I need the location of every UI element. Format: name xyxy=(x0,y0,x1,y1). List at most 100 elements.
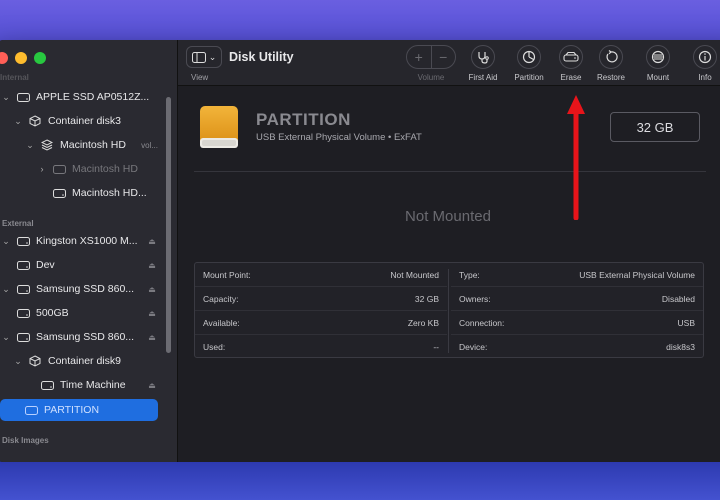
pie-chart-icon xyxy=(517,45,541,69)
section-disk-images: Disk Images xyxy=(2,436,49,445)
restore-icon xyxy=(599,45,623,69)
info-value: USB External Physical Volume xyxy=(579,269,695,280)
info-button[interactable]: Info xyxy=(680,45,720,82)
sidebar-item-dev[interactable]: Dev ⏏ xyxy=(12,254,158,276)
info-row-available: Available: Zero KB xyxy=(195,311,447,335)
info-value: USB xyxy=(677,317,695,328)
info-key: Used: xyxy=(203,342,226,352)
drive-icon xyxy=(52,187,66,199)
annotation-arrow xyxy=(567,95,585,220)
sidebar-item-macintosh-hd-snapshot[interactable]: › Macintosh HD xyxy=(36,158,158,180)
info-value: Disabled xyxy=(661,293,695,304)
sidebar-item-macintosh-hd-data[interactable]: Macintosh HD... xyxy=(48,182,158,204)
add-volume-button[interactable]: + xyxy=(407,46,432,68)
sidebar-item-label: Container disk9 xyxy=(48,355,121,367)
sidebar-item-500gb[interactable]: 500GB ⏏ xyxy=(12,302,158,324)
volume-name: PARTITION xyxy=(256,110,351,129)
eject-icon[interactable]: ⏏ xyxy=(146,333,158,342)
sidebar-item-label: Samsung SSD 860... xyxy=(36,283,135,295)
volume-controls: + − xyxy=(406,45,456,69)
sidebar-item-label: APPLE SSD AP0512Z... xyxy=(36,91,150,103)
close-window-button[interactable] xyxy=(0,52,8,64)
sidebar-item-label: Macintosh HD xyxy=(60,139,126,151)
info-row-connection: Connection: USB xyxy=(451,311,703,335)
sidebar-item-extra: vol... xyxy=(141,140,158,150)
chevron-down-icon[interactable]: ⌄ xyxy=(12,356,24,367)
info-value: Zero KB xyxy=(407,317,439,328)
view-label: View xyxy=(191,73,209,82)
chevron-down-icon[interactable]: ⌄ xyxy=(12,116,24,127)
info-icon xyxy=(693,45,717,69)
sidebar-item-samsung-1[interactable]: ⌄ Samsung SSD 860... ⏏ xyxy=(0,278,158,300)
chevron-down-icon[interactable]: ⌄ xyxy=(0,92,12,103)
eject-icon[interactable]: ⏏ xyxy=(146,285,158,294)
info-row-used: Used: -- xyxy=(195,335,447,359)
desktop-background xyxy=(0,462,720,500)
minimize-window-button[interactable] xyxy=(15,52,27,64)
volume-stack-icon xyxy=(40,139,54,151)
toolbar: ⌄ View Disk Utility + − Volume First Aid… xyxy=(178,40,720,86)
disk-utility-window: Internal ⌄ APPLE SSD AP0512Z... ⌄ Contai… xyxy=(0,40,720,462)
erase-drive-icon xyxy=(559,45,583,69)
mount-icon xyxy=(646,45,670,69)
sidebar-item-label: PARTITION xyxy=(44,404,100,416)
sidebar-item-macintosh-hd-volume[interactable]: ⌄ Macintosh HD vol... xyxy=(24,134,158,156)
drive-icon xyxy=(52,163,66,175)
section-external: External xyxy=(2,219,34,228)
sidebar-item-apple-ssd[interactable]: ⌄ APPLE SSD AP0512Z... xyxy=(0,86,158,108)
sidebar-scrollbar[interactable] xyxy=(166,97,171,353)
view-button[interactable]: ⌄ xyxy=(186,46,222,68)
sidebar-toggle-icon xyxy=(191,51,206,63)
volume-subtitle: USB External Physical Volume • ExFAT xyxy=(256,132,422,143)
eject-icon[interactable]: ⏏ xyxy=(146,309,158,318)
chevron-down-icon[interactable]: ⌄ xyxy=(0,332,12,343)
section-internal: Internal xyxy=(0,73,29,82)
toolbar-label: Info xyxy=(698,73,712,82)
remove-volume-button[interactable]: − xyxy=(432,46,456,68)
restore-button[interactable]: Restore xyxy=(586,45,636,82)
info-separator xyxy=(448,269,449,353)
sidebar-item-time-machine[interactable]: Time Machine ⏏ xyxy=(36,374,158,396)
drive-icon xyxy=(24,404,38,416)
container-icon xyxy=(28,355,42,367)
sidebar-item-container-disk3[interactable]: ⌄ Container disk3 xyxy=(12,110,158,132)
sidebar-item-partition[interactable]: PARTITION xyxy=(0,399,158,421)
capacity-badge: 32 GB xyxy=(610,112,700,142)
sidebar-item-label: Kingston XS1000 M... xyxy=(36,235,138,247)
drive-icon xyxy=(16,235,30,247)
sidebar-item-kingston[interactable]: ⌄ Kingston XS1000 M... ⏏ xyxy=(0,230,158,252)
info-value: disk8s3 xyxy=(666,342,695,352)
window-title: Disk Utility xyxy=(229,50,294,64)
main-panel: ⌄ View Disk Utility + − Volume First Aid… xyxy=(178,40,720,462)
sidebar-item-samsung-2[interactable]: ⌄ Samsung SSD 860... ⏏ xyxy=(0,326,158,348)
info-key: Type: xyxy=(459,269,480,280)
eject-icon[interactable]: ⏏ xyxy=(146,237,158,246)
info-row-owners: Owners: Disabled xyxy=(451,287,703,311)
drive-icon xyxy=(16,259,30,271)
eject-icon[interactable]: ⏏ xyxy=(146,261,158,270)
toolbar-label: Restore xyxy=(596,73,625,82)
chevron-down-icon[interactable]: ⌄ xyxy=(0,284,12,295)
info-column-right: Type: USB External Physical Volume Owners… xyxy=(451,263,703,359)
chevron-down-icon[interactable]: ⌄ xyxy=(0,236,12,247)
zoom-window-button[interactable] xyxy=(34,52,46,64)
mount-button[interactable]: Mount xyxy=(633,45,683,82)
sidebar-item-label: Time Machine xyxy=(60,379,126,391)
toolbar-label: Mount xyxy=(646,73,670,82)
mount-status: Not Mounted xyxy=(405,208,491,225)
volume-label: Volume xyxy=(417,73,445,82)
sidebar-item-label: Macintosh HD xyxy=(72,163,138,175)
window-controls xyxy=(0,52,46,64)
sidebar: Internal ⌄ APPLE SSD AP0512Z... ⌄ Contai… xyxy=(0,40,178,462)
chevron-right-icon[interactable]: › xyxy=(36,164,48,174)
drive-icon xyxy=(16,331,30,343)
sidebar-item-container-disk9[interactable]: ⌄ Container disk9 xyxy=(12,350,158,372)
drive-icon xyxy=(40,379,54,391)
container-icon xyxy=(28,115,42,127)
chevron-down-icon[interactable]: ⌄ xyxy=(24,140,36,151)
drive-icon xyxy=(16,307,30,319)
drive-icon xyxy=(16,91,30,103)
first-aid-button[interactable]: First Aid xyxy=(458,45,508,82)
info-table: Mount Point: Not Mounted Capacity: 32 GB A… xyxy=(194,262,704,358)
eject-icon[interactable]: ⏏ xyxy=(146,381,158,390)
